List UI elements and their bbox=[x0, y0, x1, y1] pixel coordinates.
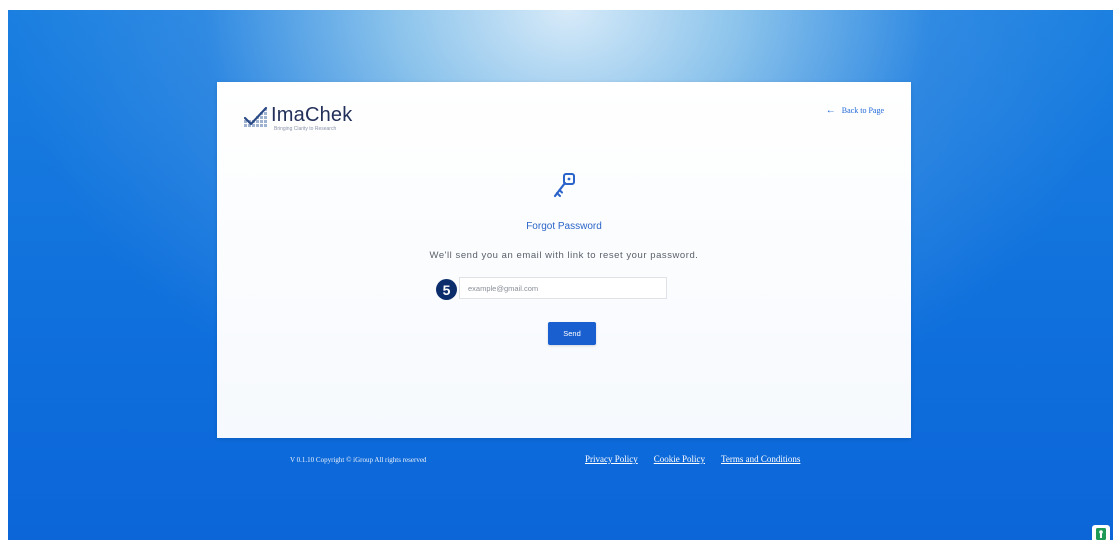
step-number-badge: 5 bbox=[436, 279, 457, 300]
footer-links: Privacy Policy Cookie Policy Terms and C… bbox=[585, 454, 800, 464]
brand-tagline: Bringing Clarity to Research bbox=[274, 126, 337, 132]
keyhole-icon bbox=[1096, 528, 1106, 540]
back-to-page-link[interactable]: ← Back to Page bbox=[825, 104, 884, 116]
brand-name: ImaChek bbox=[271, 104, 353, 126]
terms-and-conditions-link[interactable]: Terms and Conditions bbox=[721, 454, 800, 464]
password-manager-icon[interactable] bbox=[1092, 525, 1110, 540]
email-input[interactable] bbox=[459, 277, 667, 299]
forgot-password-card: ImaChek Bringing Clarity to Research ← B… bbox=[217, 82, 911, 438]
send-button[interactable]: Send bbox=[548, 322, 596, 345]
page-background: ImaChek Bringing Clarity to Research ← B… bbox=[8, 10, 1113, 540]
checkered-check-logo-icon bbox=[244, 106, 268, 127]
page-subtitle: We'll send you an email with link to res… bbox=[429, 250, 699, 261]
footer-copyright: V 0.1.10 Copyright © iGroup All rights r… bbox=[290, 456, 427, 464]
cookie-policy-link[interactable]: Cookie Policy bbox=[654, 454, 705, 464]
page-title: Forgot Password bbox=[526, 221, 602, 232]
arrow-left-icon: ← bbox=[825, 104, 836, 116]
brand-logo[interactable]: ImaChek Bringing Clarity to Research bbox=[244, 104, 353, 132]
back-to-page-label: Back to Page bbox=[841, 106, 884, 115]
key-icon bbox=[553, 173, 575, 198]
privacy-policy-link[interactable]: Privacy Policy bbox=[585, 454, 638, 464]
